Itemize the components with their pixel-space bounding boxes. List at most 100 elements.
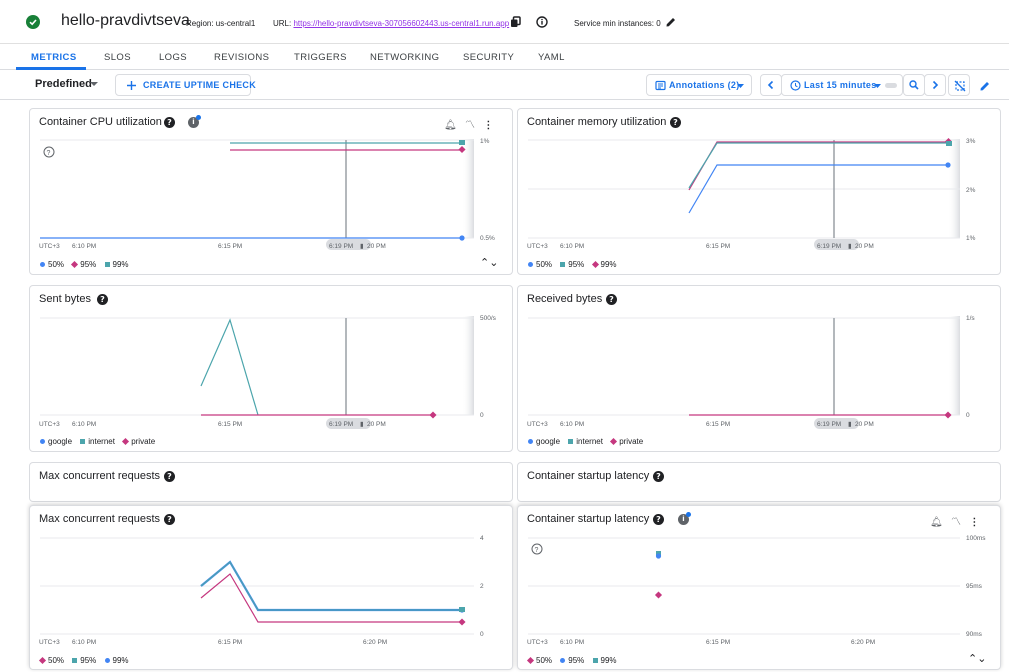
expand-legend-icon[interactable]: ⌃⌄ [968,652,986,665]
startup-latency-panel: ? 100ms 95ms 90ms UTC+3 6:10 PM 6:15 PM … [517,505,1001,670]
caret-down-icon[interactable] [90,82,98,86]
more-vert-icon[interactable]: ⋮ [483,120,493,131]
info-icon[interactable] [536,15,548,28]
tab-networking[interactable]: NETWORKING [370,52,439,63]
legend-square-icon [592,658,598,664]
x-tick: 6:15 PM [706,243,730,250]
now-shade [462,139,474,238]
max-concurrent-requests-panel: 4 2 0 UTC+3 6:10 PM 6:15 PM 6:20 PM Max … [29,505,513,670]
legend-item[interactable]: 99% [104,260,129,269]
annotation-time: 6:19 PM [817,243,841,250]
help-icon[interactable]: ? [653,514,664,525]
help-icon[interactable]: ? [653,471,664,482]
copy-icon[interactable] [510,15,522,27]
notification-dot [196,115,201,120]
x-tick: 20 PM [855,243,874,250]
panel-actions: 🔔︎ 〽︎ ⋮ [930,513,979,528]
legend-item[interactable]: 50% [40,260,64,269]
memory-chart: 3% 2% 1% UTC+3 6:10 PM 6:15 PM 6:19 PM ▮… [527,137,976,250]
service-url-link[interactable]: https://hello-pravdivtseva-307056602443.… [293,19,509,28]
chart-explore-icon[interactable]: 〽︎ [951,517,961,528]
y-tick: 0.5% [480,235,495,242]
more-vert-icon[interactable]: ⋮ [969,517,979,528]
legend-item[interactable]: google [528,437,560,446]
create-uptime-check-button[interactable]: CREATE UPTIME CHECK [115,74,256,96]
panel-title: Container startup latency [527,513,650,525]
legend-item[interactable]: 50% [38,656,64,665]
help-icon[interactable]: ? [164,117,175,128]
annotations-button[interactable]: Annotations (2) [646,74,752,96]
legend-square-icon [568,439,574,445]
check-circle-icon [26,15,40,29]
chevron-left-icon [767,80,774,90]
next-range-button[interactable] [924,74,946,96]
predefined-dropdown[interactable]: Predefined [35,78,92,90]
legend-item[interactable]: internet [568,437,603,446]
bell-icon[interactable]: 🔔︎ [444,120,457,131]
legend-item[interactable]: 95% [71,260,96,269]
x-tick: 20 PM [367,243,386,250]
panel-title: Max concurrent requests [39,470,161,482]
legend: 50% 95% 99% [528,260,623,269]
magnifier-icon [909,80,919,90]
tab-logs[interactable]: LOGS [159,52,187,63]
legend-diamond-icon [122,438,130,446]
x-tick: 6:15 PM [706,421,730,428]
tab-slos[interactable]: SLOS [104,52,131,63]
legend-item[interactable]: google [40,437,72,446]
legend: 50% 95% 99% [38,656,135,665]
legend-square-icon [72,658,78,664]
pin-icon: ▮ [360,421,364,428]
tab-triggers[interactable]: TRIGGERS [294,52,347,63]
bell-icon[interactable]: 🔔︎ [930,517,943,528]
help-circle-glyph: ? [535,547,539,554]
legend-dot-icon [40,439,45,445]
x-tick: UTC+3 [39,243,60,250]
crosshair-off-button[interactable] [948,74,970,96]
edit-dashboard-pencil-icon[interactable] [979,79,991,91]
clock-icon [790,80,801,91]
legend-item[interactable]: 99% [104,656,129,665]
chevron-right-icon [932,80,939,90]
help-icon[interactable]: ? [606,294,617,305]
help-icon[interactable]: ? [670,117,681,128]
legend-item[interactable]: 99% [592,656,617,665]
max-concurrent-requests-chart: 4 2 0 UTC+3 6:10 PM 6:15 PM 6:20 PM [39,535,484,646]
live-toggle[interactable] [885,83,897,88]
edit-pencil-icon[interactable] [665,15,677,27]
legend-item[interactable]: private [122,437,155,446]
time-range-selector[interactable]: Last 15 minutes [781,74,903,96]
help-circle-glyph: ? [47,150,51,157]
legend-diamond-icon [610,438,618,446]
legend-item[interactable]: 50% [528,260,552,269]
y-tick: 95ms [966,583,983,590]
legend-item[interactable]: 95% [560,656,584,665]
legend-item[interactable]: 50% [526,656,552,665]
series-marker-50 [459,235,465,241]
crosshair-off-icon [954,80,966,92]
panel-title: Max concurrent requests [39,513,161,525]
legend-diamond-icon [591,261,599,269]
y-tick: 3% [966,138,976,145]
previous-range-button[interactable] [760,74,782,96]
tab-yaml[interactable]: YAML [538,52,565,63]
help-icon[interactable]: ? [164,471,175,482]
pin-icon: ▮ [848,421,852,428]
legend-item[interactable]: internet [80,437,115,446]
legend-item[interactable]: 99% [591,260,617,269]
tab-metrics[interactable]: METRICS [31,52,77,63]
sent-bytes-panel: 500/s 0 UTC+3 6:10 PM 6:15 PM 6:19 PM ▮ … [29,285,513,452]
x-tick: UTC+3 [527,639,548,646]
tab-security[interactable]: SECURITY [463,52,514,63]
legend-item[interactable]: 95% [560,260,584,269]
tab-revisions[interactable]: REVISIONS [214,52,269,63]
help-icon[interactable]: ? [97,294,108,305]
url-prefix: URL: [273,19,292,28]
expand-legend-icon[interactable]: ⌃⌄ [480,256,498,269]
legend-dot-icon [560,658,566,664]
chart-explore-icon[interactable]: 〽︎ [465,120,475,131]
zoom-button[interactable] [903,74,925,96]
help-icon[interactable]: ? [164,514,175,525]
legend-item[interactable]: 95% [72,656,96,665]
legend-item[interactable]: private [610,437,643,446]
